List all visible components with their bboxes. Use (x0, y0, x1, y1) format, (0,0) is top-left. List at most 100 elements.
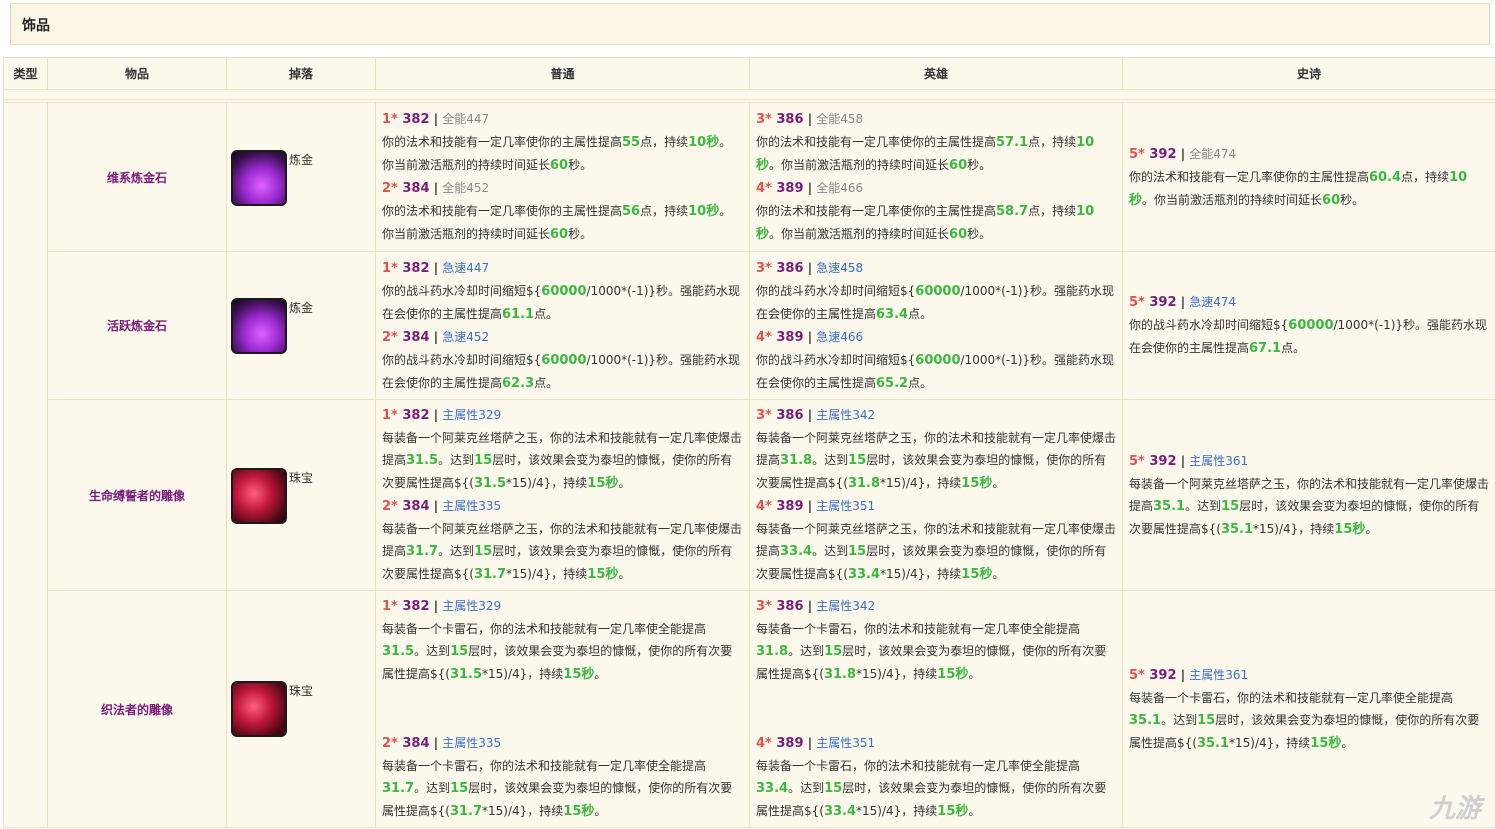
effect-segment: 每装备一个卡雷石，你的法术和技能就有一定几率使全能提高 (756, 759, 1081, 773)
tier-star: 3* (756, 408, 777, 423)
effect-segment: 。达到 (1185, 498, 1222, 513)
normal-tier: 1* 382 | 全能447 你的法术和技能有一定几率使你的主属性提高55点，持续… (382, 108, 743, 177)
effect-value: 15秒 (587, 567, 619, 582)
stat-value: 急速458 (816, 260, 864, 275)
normal-tier: 2* 384 | 主属性335 每装备一个卡雷石，你的法术和技能就有一定几率使全能… (382, 732, 743, 823)
effect-segment: 你的战斗药水冷却时间缩短${ (382, 283, 542, 298)
item-name[interactable]: 活跃炼金石 (107, 319, 167, 333)
separator: | (429, 599, 443, 613)
epic-cell: 5* 392 | 全能474 你的法术和技能有一定几率使你的主属性提高60.4点，… (1122, 102, 1495, 252)
separator: | (803, 599, 817, 613)
separator: | (803, 408, 817, 422)
effect-segment: 你的战斗药水冷却时间缩短${ (756, 352, 916, 367)
effect-segment: *15)/4}，持续 (1229, 735, 1311, 750)
separator: | (429, 736, 443, 750)
flask-icon[interactable] (231, 150, 287, 206)
tier-header: 1* 382 | 主属性329 (382, 595, 743, 618)
gem-icon[interactable] (231, 681, 287, 737)
epic-cell: 5* 392 | 主属性361 每装备一个阿莱克丝塔萨之玉，你的法术和技能就有一定… (1122, 399, 1495, 591)
watermark-logo: 九游 (1428, 794, 1481, 824)
stat-value: 主属性361 (1189, 453, 1249, 468)
effect-value: 31.8 (756, 644, 789, 659)
effect-segment: 点，持续 (1028, 204, 1077, 218)
tier-header: 3* 386 | 全能458 (756, 108, 1116, 131)
item-level: 384 (402, 181, 430, 196)
normal-tier: 1* 382 | 急速447 你的战斗药水冷却时间缩短${60000/1000*(… (382, 257, 743, 326)
tier-star: 1* (382, 408, 403, 423)
stat-value: 主属性342 (816, 408, 876, 422)
effect-text: 你的法术和技能有一定几率使你的主属性提高55点，持续10秒。你当前激活瓶剂的持续… (382, 131, 743, 177)
item-level: 382 (402, 260, 430, 276)
effect-segment: 你的法术和技能有一定几率使你的主属性提高 (1129, 169, 1370, 184)
stat-value: 全能458 (816, 112, 864, 126)
stat-value: 全能474 (1189, 146, 1237, 161)
effect-text: 每装备一个阿莱克丝塔萨之玉，你的法术和技能就有一定几率使爆击提高33.4。达到1… (756, 518, 1116, 586)
effect-segment: 每装备一个卡雷石，你的法术和技能就有一定几率使全能提高 (382, 759, 707, 773)
separator: | (1176, 453, 1190, 468)
heroic-tier: 3* 386 | 全能458 你的法术和技能有一定几率使你的主属性提高57.1点，… (756, 108, 1116, 177)
effect-value: 35.1 (1220, 521, 1254, 537)
separator: | (429, 329, 443, 344)
stat-value: 全能452 (442, 181, 490, 195)
effect-text: 每装备一个卡雷石，你的法术和技能就有一定几率使全能提高31.7。达到15层时，该… (382, 755, 743, 823)
effect-value: 60 (949, 158, 968, 173)
stat-value: 急速466 (816, 329, 864, 344)
item-level: 382 (402, 112, 430, 127)
effect-value: 15秒 (961, 567, 993, 582)
item-level: 392 (1149, 667, 1177, 683)
effect-value: 15秒 (563, 667, 595, 682)
effect-value: 15 (824, 644, 843, 659)
effect-segment: 你的法术和技能有一定几率使你的主属性提高 (756, 204, 997, 218)
effect-value: 60000 (1288, 318, 1334, 333)
separator: | (803, 499, 817, 513)
effect-value: 67.1 (1249, 341, 1282, 356)
item-name[interactable]: 织法者的雕像 (101, 703, 173, 717)
effect-segment: 。达到 (438, 544, 475, 558)
item-name-cell: 织法者的雕像 (47, 590, 227, 828)
effect-text: 你的法术和技能有一定几率使你的主属性提高58.7点，持续10秒。你当前激活瓶剂的… (756, 200, 1116, 246)
flask-icon[interactable] (231, 298, 287, 354)
effect-text: 你的战斗药水冷却时间缩短${60000/1000*(-1)}秒。强能药水现在会使… (756, 349, 1116, 395)
separator: | (429, 112, 443, 126)
stat-value: 主属性342 (816, 599, 876, 613)
effect-segment: 秒。 (967, 227, 992, 241)
effect-value: 15 (824, 781, 843, 796)
tier-star: 2* (382, 181, 403, 196)
effect-segment: 。 (618, 567, 631, 581)
stat-value: 全能466 (816, 181, 864, 195)
effect-value: 15 (474, 453, 493, 468)
item-name[interactable]: 维系炼金石 (107, 171, 167, 185)
drop-source: 炼金 (289, 153, 314, 167)
item-level: 384 (402, 499, 430, 514)
separator: | (1176, 295, 1190, 309)
tier-star: 5* (1129, 667, 1150, 683)
heroic-cell: 3* 386 | 急速458 你的战斗药水冷却时间缩短${60000/1000*(… (749, 251, 1123, 400)
item-row: 织法者的雕像 珠宝 1* 382 | 主属性329 每装备一个卡雷石，你的法术和技能就… (4, 590, 1495, 828)
effect-value: 31.8 (823, 667, 857, 682)
effect-text: 你的法术和技能有一定几率使你的主属性提高60.4点，持续10秒。你当前激活瓶剂的… (1129, 166, 1489, 212)
normal-tier: 2* 384 | 主属性335 每装备一个阿莱克丝塔萨之玉，你的法术和技能就有一定… (382, 495, 743, 586)
col-type: 类型 (3, 57, 48, 90)
effect-value: 60.4 (1369, 169, 1402, 185)
separator: | (1176, 146, 1190, 161)
effect-value: 60000 (915, 283, 961, 299)
tier-header: 4* 389 | 主属性351 (756, 732, 1116, 755)
gem-icon[interactable] (231, 468, 287, 524)
effect-value: 56 (622, 204, 641, 219)
effect-text: 你的战斗药水冷却时间缩短${60000/1000*(-1)}秒。强能药水现在会使… (1129, 314, 1489, 360)
normal-cell: 1* 382 | 全能447 你的法术和技能有一定几率使你的主属性提高55点，持续… (375, 102, 750, 252)
item-name-cell: 维系炼金石 (47, 102, 227, 252)
effect-value: 31.5 (449, 667, 483, 682)
effect-value: 55 (622, 135, 641, 150)
effect-text: 每装备一个卡雷石，你的法术和技能就有一定几率使全能提高31.8。达到15层时，该… (756, 618, 1116, 686)
tier-star: 5* (1129, 295, 1150, 310)
item-name-cell: 活跃炼金石 (47, 251, 227, 400)
effect-segment: 每装备一个卡雷石，你的法术和技能就有一定几率使全能提高 (756, 622, 1081, 636)
effect-segment: 。达到 (788, 781, 825, 795)
drop-cell: 炼金 (226, 251, 376, 400)
effect-value: 60 (550, 158, 569, 173)
item-name[interactable]: 生命缚誓者的雕像 (89, 489, 185, 503)
effect-value: 10秒 (688, 135, 720, 150)
effect-text: 每装备一个阿莱克丝塔萨之玉，你的法术和技能就有一定几率使爆击提高35.1。达到1… (1129, 473, 1489, 541)
drop-cell: 炼金 (226, 102, 376, 252)
